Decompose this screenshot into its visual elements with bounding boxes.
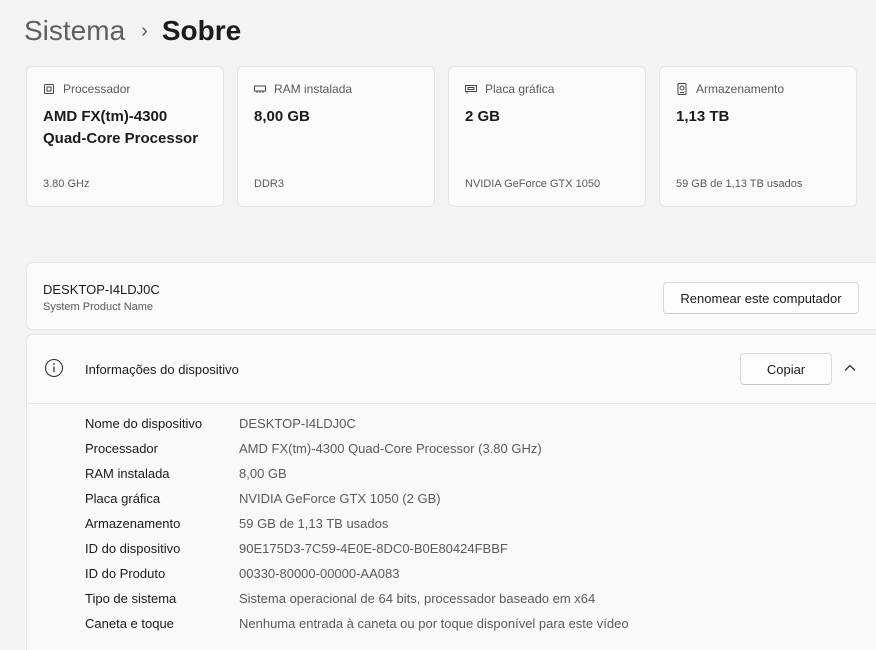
spec-label: Nome do dispositivo [85, 416, 203, 431]
about-page: Sistema › Sobre Processador AMD FX(tm)-4… [0, 0, 876, 650]
spec-label: Armazenamento [85, 516, 181, 531]
info-icon [44, 358, 64, 383]
spec-value: Nenhuma entrada à caneta ou por toque di… [239, 616, 629, 631]
card-header: RAM instalada [254, 82, 352, 96]
card-value: 8,00 GB [254, 108, 310, 125]
card-header: Armazenamento [676, 82, 784, 96]
spec-value: 90E175D3-7C59-4E0E-8DC0-B0E80424FBBF [239, 541, 508, 556]
card-subtitle: 59 GB de 1,13 TB usados [676, 178, 803, 190]
card-value: 2 GB [465, 108, 501, 125]
spec-label: Tipo de sistema [85, 591, 177, 606]
spec-label: Processador [85, 441, 158, 456]
device-info-title: Informações do dispositivo [85, 362, 239, 377]
page-title: Sobre [161, 15, 242, 46]
card-header: Placa gráfica [465, 82, 554, 96]
spec-row-product-id: ID do Produto 00330-80000-00000-AA083 [85, 561, 629, 586]
spec-row-storage: Armazenamento 59 GB de 1,13 TB usados [85, 511, 629, 536]
spec-value: AMD FX(tm)-4300 Quad-Core Processor (3.8… [239, 441, 542, 456]
spec-row-processor: Processador AMD FX(tm)-4300 Quad-Core Pr… [85, 436, 629, 461]
device-info-header[interactable]: Informações do dispositivo Copiar [27, 335, 876, 404]
spec-row-pen-touch: Caneta e toque Nenhuma entrada à caneta … [85, 611, 629, 636]
spec-value: 00330-80000-00000-AA083 [239, 566, 400, 581]
rename-computer-button[interactable]: Renomear este computador [663, 282, 859, 314]
spec-label: ID do dispositivo [85, 541, 181, 556]
card-label: Armazenamento [696, 82, 785, 96]
spec-label: Caneta e toque [85, 616, 174, 631]
card-value: AMD FX(tm)-4300 Quad-Core Processor [43, 108, 199, 147]
card-subtitle: NVIDIA GeForce GTX 1050 [465, 178, 601, 190]
spec-value: 59 GB de 1,13 TB usados [239, 516, 389, 531]
spec-cards: Processador AMD FX(tm)-4300 Quad-Core Pr… [26, 66, 857, 207]
breadcrumb-sistema-link[interactable]: Sistema [24, 12, 125, 50]
spec-row-ram: RAM instalada 8,00 GB [85, 461, 629, 486]
spec-value: DESKTOP-I4LDJ0C [239, 416, 356, 431]
computer-product-name: System Product Name [43, 301, 154, 313]
computer-name: DESKTOP-I4LDJ0C [43, 282, 160, 297]
spec-row-system-type: Tipo de sistema Sistema operacional de 6… [85, 586, 629, 611]
copy-button[interactable]: Copiar [740, 353, 832, 385]
card-label: RAM instalada [274, 82, 353, 96]
computer-name-row: DESKTOP-I4LDJ0C System Product Name Reno… [26, 262, 876, 330]
ram-icon [254, 83, 266, 95]
graphics-card-icon [465, 83, 477, 95]
spec-value: Sistema operacional de 64 bits, processa… [239, 591, 596, 606]
spec-value: 8,00 GB [239, 466, 287, 481]
spec-label: RAM instalada [85, 466, 170, 481]
card-subtitle: 3.80 GHz [43, 178, 90, 190]
spec-label: ID do Produto [85, 566, 166, 581]
spec-row-device-name: Nome do dispositivo DESKTOP-I4LDJ0C [85, 411, 629, 436]
spec-row-graphics: Placa gráfica NVIDIA GeForce GTX 1050 (2… [85, 486, 629, 511]
breadcrumb: Sistema › Sobre [24, 12, 241, 50]
graphics-card: Placa gráfica 2 GB NVIDIA GeForce GTX 10… [448, 66, 646, 207]
storage-icon [676, 83, 688, 95]
device-specs-list: Nome do dispositivo DESKTOP-I4LDJ0C Proc… [85, 411, 629, 636]
card-subtitle: DDR3 [254, 178, 284, 190]
card-value: 1,13 TB [676, 108, 730, 125]
ram-card: RAM instalada 8,00 GB DDR3 [237, 66, 435, 207]
processor-icon [43, 83, 55, 95]
device-info-expander: Informações do dispositivo Copiar Nome d… [26, 334, 876, 650]
card-header: Processador [43, 82, 130, 96]
breadcrumb-separator-icon: › [141, 20, 148, 42]
card-label: Processador [63, 82, 131, 96]
processor-card: Processador AMD FX(tm)-4300 Quad-Core Pr… [26, 66, 224, 207]
spec-value: NVIDIA GeForce GTX 1050 (2 GB) [239, 491, 441, 506]
chevron-up-icon[interactable] [843, 361, 857, 380]
spec-label: Placa gráfica [85, 491, 161, 506]
spec-row-device-id: ID do dispositivo 90E175D3-7C59-4E0E-8DC… [85, 536, 629, 561]
storage-card: Armazenamento 1,13 TB 59 GB de 1,13 TB u… [659, 66, 857, 207]
card-label: Placa gráfica [485, 82, 555, 96]
